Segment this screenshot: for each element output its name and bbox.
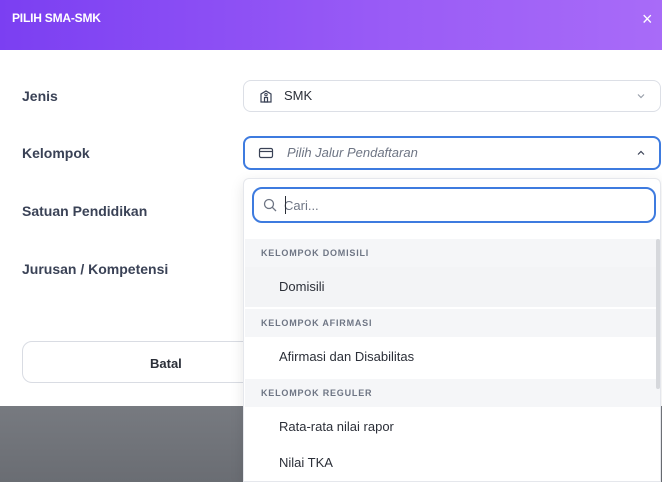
option-rata-rata-nilai-rapor[interactable]: Rata-rata nilai rapor xyxy=(245,407,660,447)
option-label: Nilai TKA xyxy=(279,455,333,470)
option-label: Afirmasi dan Disabilitas xyxy=(279,349,415,364)
kelompok-placeholder: Pilih Jalur Pendaftaran xyxy=(287,145,418,160)
group-header-reguler: KELOMPOK REGULER xyxy=(245,379,660,407)
chevron-up-icon xyxy=(637,150,645,155)
search-box[interactable] xyxy=(252,187,656,223)
modal-header: PILIH SMA-SMK × xyxy=(0,0,662,50)
search-icon xyxy=(263,198,277,212)
cancel-button-label: Batal xyxy=(150,356,182,371)
satuan-pendidikan-label: Satuan Pendidikan xyxy=(22,203,148,219)
jenis-label: Jenis xyxy=(22,88,58,104)
jenis-select[interactable]: SMK xyxy=(243,80,661,112)
group-header-afirmasi: KELOMPOK AFIRMASI xyxy=(245,309,660,337)
kelompok-dropdown: KELOMPOK DOMISILI Domisili KELOMPOK AFIR… xyxy=(243,178,661,482)
option-label: Domisili xyxy=(279,279,325,294)
modal-title: PILIH SMA-SMK xyxy=(12,11,101,25)
group-header-domisili: KELOMPOK DOMISILI xyxy=(245,239,660,267)
text-caret xyxy=(285,196,286,214)
option-domisili[interactable]: Domisili xyxy=(245,267,660,307)
jurusan-label: Jurusan / Kompetensi xyxy=(22,261,169,277)
option-nilai-tka[interactable]: Nilai TKA xyxy=(245,443,660,481)
kelompok-label: Kelompok xyxy=(22,145,90,161)
option-label: Rata-rata nilai rapor xyxy=(279,419,394,434)
group-header-label: KELOMPOK REGULER xyxy=(261,388,373,398)
search-input[interactable] xyxy=(284,196,644,214)
kelompok-select[interactable]: Pilih Jalur Pendaftaran xyxy=(243,136,661,170)
jenis-value: SMK xyxy=(284,88,313,103)
school-icon xyxy=(260,90,272,103)
option-afirmasi-disabilitas[interactable]: Afirmasi dan Disabilitas xyxy=(245,337,660,377)
dropdown-scrollbar[interactable] xyxy=(656,239,660,389)
group-header-label: KELOMPOK DOMISILI xyxy=(261,248,370,258)
group-header-label: KELOMPOK AFIRMASI xyxy=(261,318,373,328)
close-icon[interactable]: × xyxy=(642,10,662,30)
chevron-down-icon xyxy=(637,94,645,99)
card-icon xyxy=(258,147,274,159)
